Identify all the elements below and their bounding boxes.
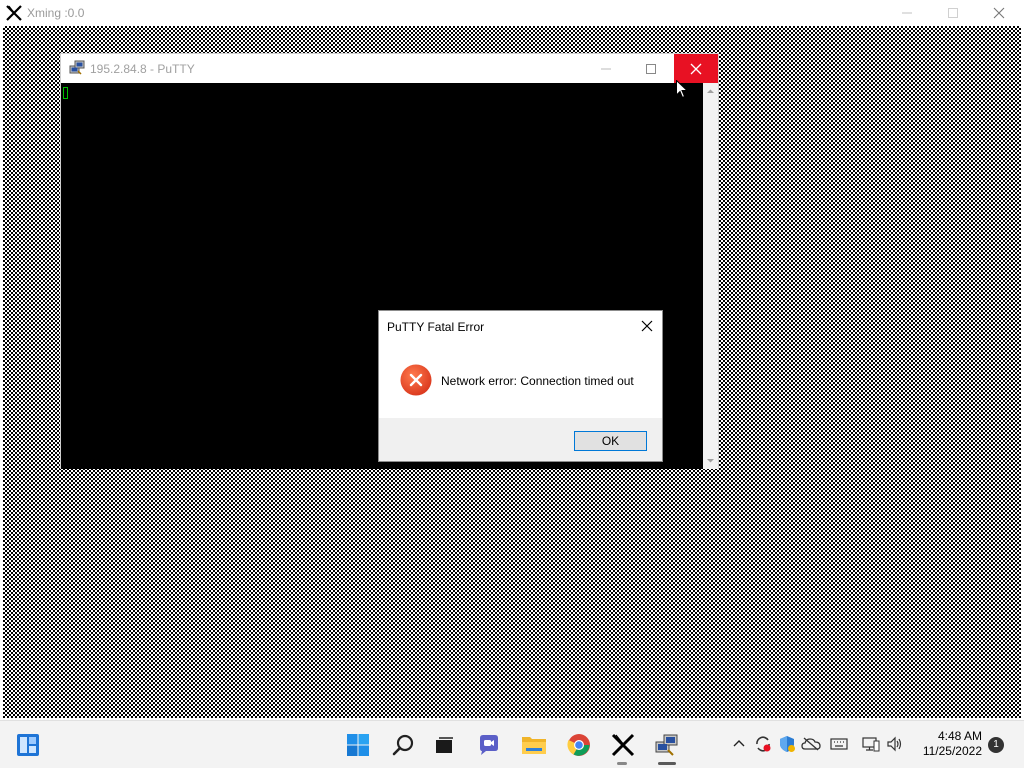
ok-button[interactable]: OK: [574, 431, 647, 451]
putty-app-icon: [69, 60, 85, 76]
notification-badge[interactable]: 1: [988, 737, 1004, 753]
dialog-title: PuTTY Fatal Error: [387, 320, 485, 334]
show-hidden-icons-icon: [733, 740, 745, 747]
task-view-icon: [436, 737, 453, 753]
putty-icon: [655, 734, 678, 756]
xming-window-title: Xming :0.0: [27, 6, 85, 20]
search-icon: [392, 734, 414, 756]
minimize-icon: [902, 12, 912, 14]
network-tray-button[interactable]: [860, 733, 882, 755]
widgets-button[interactable]: [12, 729, 44, 761]
show-hidden-icons-button[interactable]: [728, 733, 750, 755]
putty-window-title: 195.2.84.8 - PuTTY: [90, 62, 195, 76]
clock-time: 4:48 AM: [937, 729, 982, 743]
security-icon: [780, 736, 795, 752]
terminal-cursor: [63, 87, 68, 99]
xming-minimize-button[interactable]: [884, 0, 930, 26]
terminal-scrollbar[interactable]: [703, 83, 718, 469]
sync-tray-button[interactable]: [752, 733, 774, 755]
keyboard-icon: [830, 738, 848, 750]
start-icon: [347, 734, 369, 756]
scroll-down-icon[interactable]: [706, 456, 715, 465]
onedrive-icon: [801, 737, 821, 751]
widgets-icon: [17, 734, 39, 756]
putty-maximize-button[interactable]: [629, 54, 673, 83]
scroll-up-icon[interactable]: [706, 87, 715, 96]
chat-icon: [480, 735, 498, 755]
minimize-icon: [601, 68, 611, 69]
close-icon: [690, 63, 702, 74]
dialog-footer: OK: [379, 418, 662, 461]
xming-close-button[interactable]: [976, 0, 1022, 26]
start-button[interactable]: [342, 729, 374, 761]
dialog-close-button[interactable]: [638, 317, 656, 335]
xming-running-indicator: [617, 762, 627, 765]
xming-titlebar[interactable]: Xming :0.0: [0, 0, 1024, 26]
file-explorer-button[interactable]: [518, 729, 550, 761]
task-view-button[interactable]: [428, 729, 460, 761]
chrome-icon: [567, 734, 590, 756]
error-icon: [400, 364, 432, 396]
maximize-icon: [646, 63, 656, 74]
keyboard-tray-button[interactable]: [828, 733, 850, 755]
putty-taskbar-button[interactable]: [651, 729, 683, 761]
taskbar-clock[interactable]: 4:48 AM 11/25/2022: [910, 729, 982, 759]
security-tray-button[interactable]: [776, 733, 798, 755]
file-explorer-icon: [522, 737, 546, 754]
close-icon: [641, 320, 653, 332]
putty-active-indicator: [658, 762, 676, 765]
error-message: Network error: Connection timed out: [441, 374, 634, 388]
taskbar: 4:48 AM 11/25/2022 1: [0, 720, 1024, 768]
xming-app-icon: [5, 4, 23, 22]
clock-date: 11/25/2022: [922, 744, 982, 758]
onedrive-tray-button[interactable]: [800, 733, 822, 755]
xming-taskbar-button[interactable]: [607, 729, 639, 761]
mouse-pointer-icon: [676, 80, 688, 99]
volume-tray-button[interactable]: [884, 733, 906, 755]
network-icon: [862, 737, 880, 752]
fatal-error-dialog: PuTTY Fatal Error Network error: Connect…: [378, 310, 663, 462]
xming-icon: [611, 733, 635, 757]
xming-maximize-button[interactable]: [930, 0, 976, 26]
putty-minimize-button[interactable]: [584, 54, 628, 83]
putty-titlebar[interactable]: 195.2.84.8 - PuTTY: [61, 54, 718, 83]
search-button[interactable]: [387, 729, 419, 761]
maximize-icon: [948, 8, 958, 18]
putty-close-button[interactable]: [674, 54, 718, 83]
chat-button[interactable]: [473, 729, 505, 761]
sync-icon: [756, 736, 771, 752]
close-icon: [993, 7, 1005, 19]
chrome-button[interactable]: [563, 729, 595, 761]
volume-icon: [887, 736, 902, 752]
